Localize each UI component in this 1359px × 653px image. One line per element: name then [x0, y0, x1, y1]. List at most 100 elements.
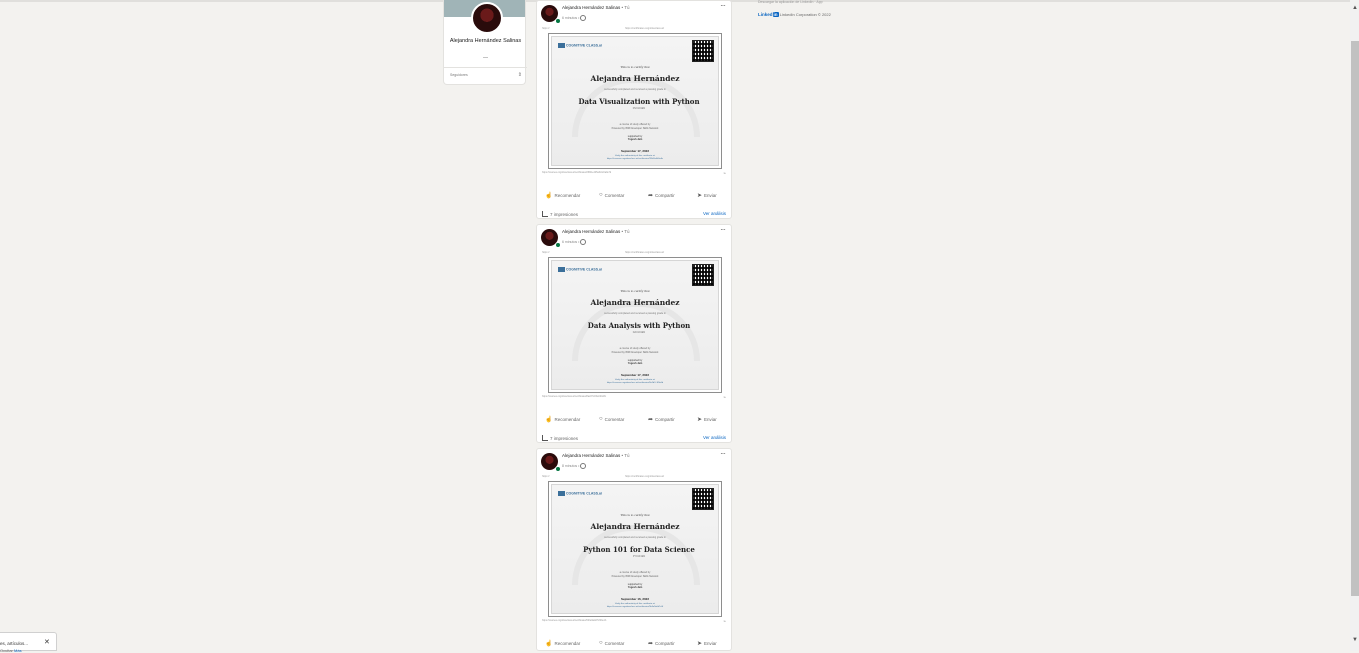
certificate-recipient: Alejandra Hernández [590, 522, 680, 531]
scroll-up-arrow-icon[interactable]: ▲ [1352, 5, 1358, 11]
certificate-subline: successfully completed and received a pa… [604, 536, 666, 539]
more-options-icon[interactable]: ··· [720, 1, 726, 10]
certificate-verify: Verify the authenticity of this certific… [606, 379, 664, 384]
globe-icon [580, 239, 587, 245]
qr-code-icon [692, 264, 714, 286]
view-analytics-link[interactable]: Ver análisis [703, 435, 726, 440]
post-text[interactable]: https:// [542, 475, 550, 478]
post-author[interactable]: Alejandra Hernández Salinas • Tú [562, 453, 630, 458]
certificate-image[interactable]: COGNITIVE CLASS.ai This is to certify th… [548, 33, 722, 169]
post-author[interactable]: Alejandra Hernández Salinas • Tú [562, 229, 630, 234]
cognitive-class-logo: COGNITIVE CLASS.ai [558, 43, 602, 48]
like-icon: ☝ [545, 193, 553, 199]
like-button[interactable]: ☝ Recomendar [545, 192, 580, 199]
certificate-image[interactable]: COGNITIVE CLASS.ai This is to certify th… [548, 257, 722, 393]
cognitive-class-logo: COGNITIVE CLASS.ai [558, 491, 602, 496]
like-button[interactable]: ☝ Recomendar [545, 640, 580, 647]
send-icon: ➤ [697, 641, 703, 647]
close-icon[interactable]: ✕ [44, 638, 50, 646]
url-expand-icon[interactable]: ≫ [723, 396, 726, 399]
certificate-issuer: a course of study offered by Powered by I… [611, 347, 659, 354]
impressions-stat[interactable]: 7 impresiones [542, 211, 578, 217]
certificate-date: September 16, 2022 [620, 597, 650, 601]
cognitive-class-logo: COGNITIVE CLASS.ai [558, 267, 602, 272]
certificate-issuer: a course of study offered by Powered by I… [611, 571, 659, 578]
linkedin-footer: Linkedin LinkedIn Corporation © 2022 [758, 12, 831, 17]
like-button[interactable]: ☝ Recomendar [545, 416, 580, 423]
comment-button[interactable]: ○ Comentar [599, 640, 624, 646]
certificate-image[interactable]: COGNITIVE CLASS.ai This is to certify th… [548, 481, 722, 617]
post-link[interactable]: https://certificates.cognitiveclass.ai/ [625, 475, 664, 478]
profile-avatar[interactable] [471, 2, 503, 34]
followers-label: Seguidores [450, 73, 468, 77]
more-options-icon[interactable]: ··· [720, 449, 726, 458]
share-button[interactable]: ➦ Compartir [648, 416, 675, 423]
certificate-certify-line: This is to certify that [620, 65, 650, 69]
scroll-down-arrow-icon[interactable]: ▼ [1352, 637, 1358, 643]
send-button[interactable]: ➤ Enviar [697, 640, 717, 647]
course-code: DA0101EN [632, 331, 646, 334]
post-url[interactable]: https://courses.cognitiveclass.ai/certif… [542, 396, 606, 398]
send-icon: ➤ [697, 417, 703, 423]
comment-button[interactable]: ○ Comentar [599, 416, 624, 422]
globe-icon [580, 463, 587, 469]
comment-button[interactable]: ○ Comentar [599, 192, 624, 198]
comment-icon: ○ [599, 640, 603, 646]
post-author[interactable]: Alejandra Hernández Salinas • Tú [562, 5, 630, 10]
course-code: PY0101EN [632, 555, 646, 558]
post-url[interactable]: https://courses.cognitiveclass.ai/certif… [542, 620, 606, 622]
share-icon: ➦ [648, 193, 654, 199]
share-icon: ➦ [648, 417, 654, 423]
post-timestamp: 6 minutos • [562, 15, 587, 21]
profile-name[interactable]: Alejandra Hernández Salinas [448, 37, 523, 46]
certificate-body: COGNITIVE CLASS.ai This is to certify th… [551, 484, 719, 614]
view-analytics-link[interactable]: Ver análisis [703, 211, 726, 216]
post-actions: ☝ Recomendar ○ Comentar ➦ Compartir ➤ Enviar [537, 640, 733, 652]
certificate-signature: supported by Yogesh Jain [627, 359, 643, 365]
followers-select[interactable]: Seguidores ⇕ [450, 72, 522, 78]
online-status-dot [555, 242, 561, 248]
certificate-verify: Verify the authenticity of this certific… [606, 603, 664, 608]
post-text[interactable]: https:// [542, 27, 550, 30]
certificate-subline: successfully completed and received a pa… [604, 312, 666, 315]
linkedin-logo: Linkedin [758, 12, 779, 17]
feed-post: Alejandra Hernández Salinas • Tú 6 minut… [536, 0, 732, 219]
online-status-dot [555, 18, 561, 24]
share-button[interactable]: ➦ Compartir [648, 640, 675, 647]
url-expand-icon[interactable]: ≫ [723, 620, 726, 623]
profile-headline: — [483, 55, 488, 61]
impressions-stat[interactable]: 7 impresiones [542, 435, 578, 441]
certificate-certify-line: This is to certify that [620, 513, 650, 517]
send-button[interactable]: ➤ Enviar [697, 416, 717, 423]
send-button[interactable]: ➤ Enviar [697, 192, 717, 199]
post-timestamp: 6 minutos • [562, 239, 587, 245]
post-url[interactable]: https://courses.cognitiveclass.ai/certif… [542, 172, 611, 174]
post-text[interactable]: https:// [542, 251, 550, 254]
certificate-recipient: Alejandra Hernández [590, 74, 680, 83]
post-link[interactable]: https://certificates.cognitiveclass.ai/ [625, 27, 664, 30]
like-icon: ☝ [545, 417, 553, 423]
post-link[interactable]: https://certificates.cognitiveclass.ai/ [625, 251, 664, 254]
bar-chart-icon [542, 435, 548, 441]
scrollbar-thumb[interactable] [1351, 41, 1359, 596]
app-download-line[interactable]: Descargar la aplicación de LinkedIn · Ap… [758, 0, 823, 4]
share-button[interactable]: ➦ Compartir [648, 192, 675, 199]
feed-post: Alejandra Hernández Salinas • Tú 6 minut… [536, 224, 732, 443]
profile-card[interactable]: Alejandra Hernández Salinas — Seguidores… [443, 0, 527, 85]
certificate-signature: supported by Yogesh Jain [627, 135, 643, 141]
copyright-text: LinkedIn Corporation © 2022 [779, 12, 831, 17]
more-options-icon[interactable]: ··· [720, 225, 726, 234]
comment-icon: ○ [599, 192, 603, 198]
certificate-course: Python 101 for Data Science PY0101EN [562, 545, 716, 558]
messaging-popup[interactable]: es, artículos... Ocultar Más ✕ [0, 632, 57, 653]
share-icon: ➦ [648, 641, 654, 647]
comment-icon: ○ [599, 416, 603, 422]
certificate-recipient: Alejandra Hernández [590, 298, 680, 307]
certificate-verify: Verify the authenticity of this certific… [606, 155, 664, 160]
certificate-signature: supported by Yogesh Jain [627, 583, 643, 589]
feed-post: Alejandra Hernández Salinas • Tú 8 minut… [536, 448, 732, 651]
certificate-date: September 17, 2022 [620, 373, 650, 377]
url-expand-icon[interactable]: ≫ [723, 172, 726, 175]
globe-icon [580, 15, 587, 21]
bar-chart-icon [542, 211, 548, 217]
